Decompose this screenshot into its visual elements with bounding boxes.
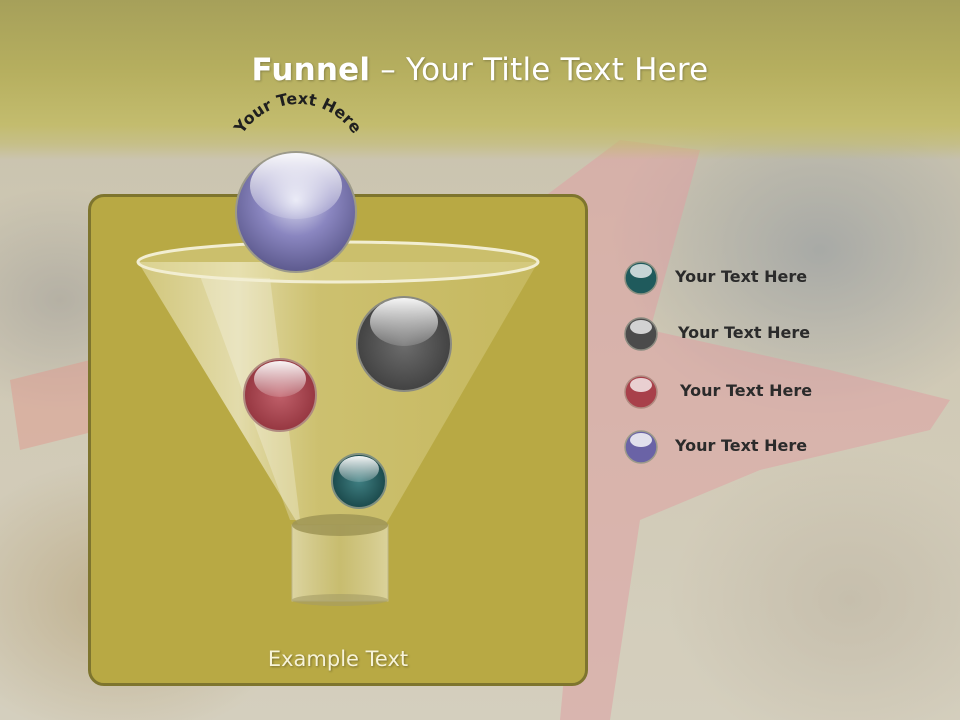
legend-label-3: Your Text Here [680,381,813,400]
arc-text: Your Text Here [230,89,366,138]
cylinder-top [292,514,388,536]
blue-sphere-top [235,151,357,273]
funnel-graphic: Your Text Here [136,89,540,606]
legend-blue-sphere-icon [624,430,658,464]
arc-text-path: Your Text Here [230,89,366,138]
legend-teal-sphere-icon [624,261,658,295]
example-text: Example Text [267,647,409,671]
legend-label-4: Your Text Here [675,436,808,455]
funnel-cylinder [291,524,389,602]
red-sphere [243,358,317,432]
cylinder-bottom [292,594,388,606]
legend-label-1: Your Text Here [675,267,808,286]
legend-label-2: Your Text Here [678,323,811,342]
legend-gray-sphere-icon [624,317,658,351]
gray-sphere [356,296,452,392]
slide: Funnel – Your Title Text Here Your Text … [0,0,960,720]
legend-red-sphere-icon [624,375,658,409]
teal-sphere [331,453,387,509]
